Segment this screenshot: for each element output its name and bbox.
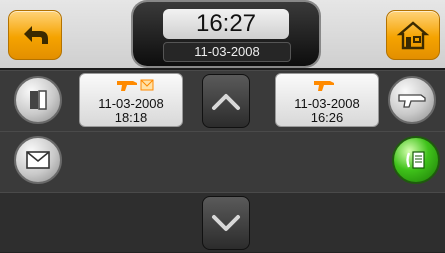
alarm-gun-icon xyxy=(117,81,137,91)
row-band-2 xyxy=(0,131,445,193)
event-time: 18:18 xyxy=(114,110,148,125)
clock-time: 16:27 xyxy=(163,9,289,39)
contacts-book-icon xyxy=(30,90,47,110)
back-arrow-icon xyxy=(24,26,48,44)
back-button[interactable] xyxy=(8,10,62,60)
call-log-button[interactable] xyxy=(392,136,440,184)
contacts-button[interactable] xyxy=(14,76,62,124)
event-time: 16:26 xyxy=(310,110,344,125)
event-card[interactable]: 11-03-2008 16:26 xyxy=(275,73,379,127)
event-date: 11-03-2008 xyxy=(98,96,164,111)
chevron-up-icon xyxy=(212,94,240,110)
alarm-settings-button[interactable] xyxy=(388,76,436,124)
scroll-down-button[interactable] xyxy=(202,196,250,250)
envelope-icon xyxy=(140,79,154,91)
alarm-gun-icon xyxy=(398,94,426,108)
scroll-up-button[interactable] xyxy=(202,74,250,128)
envelope-icon xyxy=(26,151,50,169)
clock-display: 16:27 11-03-2008 xyxy=(133,2,319,66)
event-card[interactable]: 11-03-2008 18:18 xyxy=(79,73,183,127)
home-button[interactable] xyxy=(386,10,440,60)
clock-date: 11-03-2008 xyxy=(163,42,291,62)
home-icon xyxy=(396,21,430,50)
event-date: 11-03-2008 xyxy=(294,96,360,111)
messages-button[interactable] xyxy=(14,136,62,184)
alarm-gun-icon xyxy=(314,81,334,91)
chevron-down-icon xyxy=(212,215,240,231)
phone-log-icon xyxy=(406,151,425,169)
